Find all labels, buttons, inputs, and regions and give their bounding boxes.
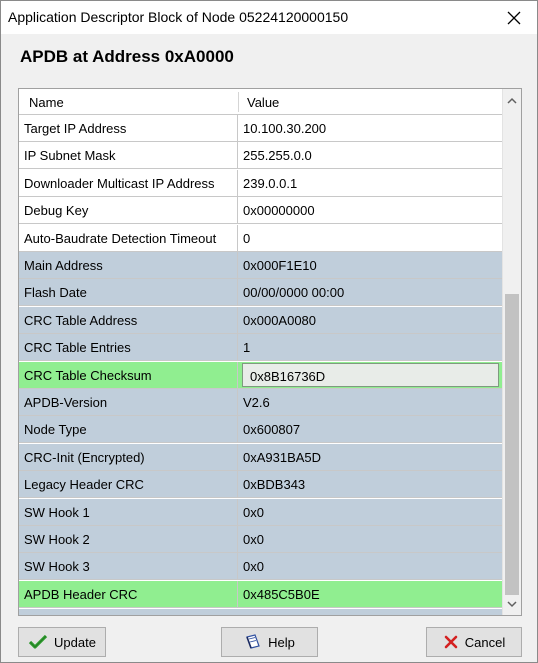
grid-row[interactable]: CRC Table Checksum 0x8B16736D: [19, 361, 502, 389]
property-value[interactable]: 0: [239, 225, 502, 251]
close-button[interactable]: [491, 1, 537, 34]
cancel-x-icon: [444, 635, 458, 649]
grid-row[interactable]: Legacy Header CRC 0xBDB343: [19, 471, 502, 499]
property-name: Auto-Baudrate Detection Timeout: [19, 224, 238, 251]
grid-row[interactable]: Target IP Address 10.100.30.200: [19, 115, 502, 142]
grid-row[interactable]: Main Address 0x000F1E10: [19, 252, 502, 279]
grid-row[interactable]: CRC Table Entries 1: [19, 334, 502, 362]
column-header-name[interactable]: Name: [29, 95, 64, 110]
property-value[interactable]: 0xBDB343: [239, 471, 502, 497]
help-button[interactable]: Help: [221, 627, 318, 657]
property-value[interactable]: 0x0: [239, 499, 502, 525]
property-value[interactable]: V2.6: [239, 389, 502, 415]
property-value[interactable]: 0x0: [239, 526, 502, 552]
chevron-up-icon: [507, 97, 517, 104]
property-name: Target IP Address: [19, 115, 238, 141]
property-name: Main Address: [19, 252, 238, 278]
property-name: CRC Table Checksum: [19, 361, 238, 388]
property-name: Node Type: [19, 416, 238, 443]
property-name: Debug Key: [19, 197, 238, 224]
property-name: Downloader Multicast IP Address: [19, 169, 238, 196]
grid-row[interactable]: IP Subnet Mask 255.255.0.0: [19, 142, 502, 170]
page-title: APDB at Address 0xA0000: [20, 47, 234, 66]
title-bar: Application Descriptor Block of Node 052…: [1, 1, 537, 34]
help-book-icon: [246, 634, 260, 649]
cancel-button[interactable]: Cancel: [426, 627, 522, 657]
property-name: SW Hook 1: [19, 498, 238, 525]
grid-row[interactable]: Debug Key 0x00000000: [19, 197, 502, 225]
property-name: CRC Table Address: [19, 306, 238, 333]
dialog-window: Application Descriptor Block of Node 052…: [0, 0, 538, 663]
property-value[interactable]: 1: [239, 334, 502, 360]
update-button-label: Update: [54, 634, 96, 650]
property-name: APDB Header CRC: [19, 580, 238, 607]
grid-row[interactable]: SW Hook 3 0x0: [19, 553, 502, 581]
grid-row[interactable]: APDB Header CRC 0x485C5B0E: [19, 580, 502, 608]
property-value[interactable]: 255.255.0.0: [239, 142, 502, 168]
property-name: Legacy Header CRC: [19, 471, 238, 498]
grid-body: Name Value Target IP Address 10.100.30.20…: [19, 89, 502, 615]
scroll-track[interactable]: [503, 109, 521, 595]
grid-row[interactable]: SW Hook 2 0x0: [19, 526, 502, 553]
property-value[interactable]: 239.0.0.1: [239, 170, 502, 196]
grid-row[interactable]: APDB-Version V2.6: [19, 389, 502, 416]
scroll-thumb[interactable]: [505, 293, 519, 595]
property-value[interactable]: 10.100.30.200: [239, 115, 502, 141]
grid-row[interactable]: CRC Table Address 0x000A0080: [19, 306, 502, 334]
property-value[interactable]: 0xA931BA5D: [239, 444, 502, 470]
property-value[interactable]: 0x000A0080: [239, 307, 502, 333]
property-value[interactable]: 0x485C5B0E: [239, 581, 502, 607]
grid-row[interactable]: Node Type 0x600807: [19, 416, 502, 444]
property-value[interactable]: 0x600807: [239, 416, 502, 442]
scroll-up-button[interactable]: [503, 91, 521, 109]
vertical-scrollbar[interactable]: [502, 89, 521, 615]
property-name: Flash Date: [19, 279, 238, 306]
checkmark-icon: [28, 634, 48, 649]
property-name: SW Hook 3: [19, 553, 238, 580]
grid-header: Name Value: [19, 89, 502, 115]
grid-row[interactable]: Downloader Multicast IP Address 239.0.0.1: [19, 169, 502, 197]
grid-row[interactable]: Auto-Baudrate Detection Timeout 0: [19, 224, 502, 252]
window-title: Application Descriptor Block of Node 052…: [8, 9, 349, 25]
property-value[interactable]: 0x00000000: [239, 197, 502, 223]
grid-row[interactable]: CRC-Init (Encrypted) 0xA931BA5D: [19, 443, 502, 471]
property-name: CRC-Init (Encrypted): [19, 443, 238, 470]
column-separator[interactable]: [238, 92, 239, 112]
chevron-down-icon: [507, 600, 517, 607]
help-button-label: Help: [268, 634, 295, 650]
scroll-down-button[interactable]: [503, 595, 521, 613]
property-grid: Name Value Target IP Address 10.100.30.20…: [18, 88, 522, 616]
cancel-button-label: Cancel: [464, 634, 506, 650]
property-value[interactable]: 00/00/0000 00:00: [239, 279, 502, 305]
grid-bottom-filler: [19, 609, 502, 615]
property-name: SW Hook 2: [19, 526, 238, 552]
property-value[interactable]: 0x000F1E10: [239, 252, 502, 278]
grid-row[interactable]: Flash Date 00/00/0000 00:00: [19, 279, 502, 307]
close-icon: [507, 11, 521, 24]
grid-row[interactable]: SW Hook 1 0x0: [19, 498, 502, 526]
property-name: APDB-Version: [19, 389, 238, 415]
property-value[interactable]: 0x0: [239, 553, 502, 579]
property-name: IP Subnet Mask: [19, 142, 238, 169]
property-value-editor[interactable]: 0x8B16736D: [242, 362, 499, 387]
property-name: CRC Table Entries: [19, 334, 238, 361]
update-button[interactable]: Update: [18, 627, 106, 657]
column-header-value[interactable]: Value: [247, 95, 279, 110]
header-band: APDB at Address 0xA0000: [1, 34, 537, 86]
